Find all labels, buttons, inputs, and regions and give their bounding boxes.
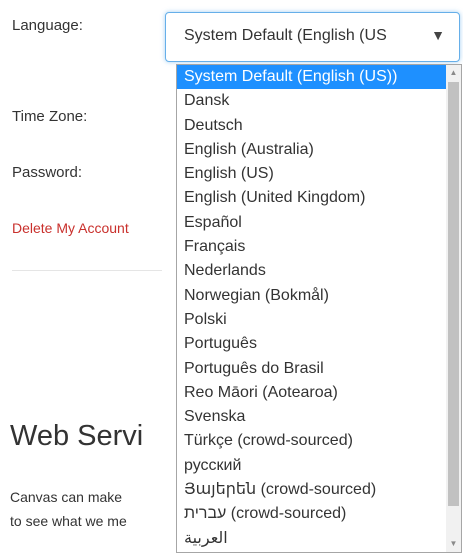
web-services-text-line-1: Canvas can make	[10, 489, 123, 505]
language-label: Language:	[12, 17, 83, 34]
language-option[interactable]: Español	[177, 211, 447, 235]
language-option[interactable]: Svenska	[177, 405, 447, 429]
password-label: Password:	[12, 164, 83, 181]
language-select[interactable]: System Default (English (US ▼	[165, 12, 460, 62]
dropdown-scrollbar[interactable]: ▲ ▼	[446, 65, 461, 552]
scroll-up-icon[interactable]: ▲	[446, 65, 461, 81]
language-option[interactable]: Türkçe (crowd-sourced)	[177, 429, 447, 453]
language-option[interactable]: System Default (English (US))	[177, 65, 447, 90]
language-option[interactable]: Dansk	[177, 89, 447, 113]
language-option[interactable]: Français	[177, 235, 447, 259]
language-option[interactable]: Norwegian (Bokmål)	[177, 284, 447, 308]
scrollbar-thumb[interactable]	[448, 82, 459, 506]
web-services-text-line-2: to see what we me	[10, 513, 127, 529]
language-option[interactable]: العربية	[177, 527, 447, 551]
language-option[interactable]: Յայերեն (crowd-sourced)	[177, 478, 447, 502]
language-option[interactable]: Polski	[177, 308, 447, 332]
language-option[interactable]: English (Australia)	[177, 138, 447, 162]
language-option[interactable]: עברית (crowd-sourced)	[177, 502, 447, 526]
chevron-down-icon[interactable]: ▼	[431, 27, 445, 43]
language-option[interactable]: English (US)	[177, 162, 447, 186]
language-options: System Default (English (US)) Dansk Deutsc…	[177, 65, 447, 551]
language-option[interactable]: Nederlands	[177, 259, 447, 283]
scroll-down-icon[interactable]: ▼	[446, 536, 461, 552]
language-option[interactable]: Português	[177, 332, 447, 356]
language-option[interactable]: русский	[177, 454, 447, 478]
language-option[interactable]: Deutsch	[177, 114, 447, 138]
delete-account-link[interactable]: Delete My Account	[12, 220, 129, 236]
web-services-title: Web Servi	[10, 420, 144, 452]
language-option[interactable]: Português do Brasil	[177, 357, 447, 381]
language-option[interactable]: English (United Kingdom)	[177, 186, 447, 210]
section-divider	[12, 270, 162, 271]
timezone-label: Time Zone:	[12, 108, 88, 125]
language-select-value: System Default (English (US	[184, 27, 387, 44]
language-dropdown-list[interactable]: System Default (English (US)) Dansk Deutsc…	[176, 64, 462, 553]
language-option[interactable]: Reo Māori (Aotearoa)	[177, 381, 447, 405]
